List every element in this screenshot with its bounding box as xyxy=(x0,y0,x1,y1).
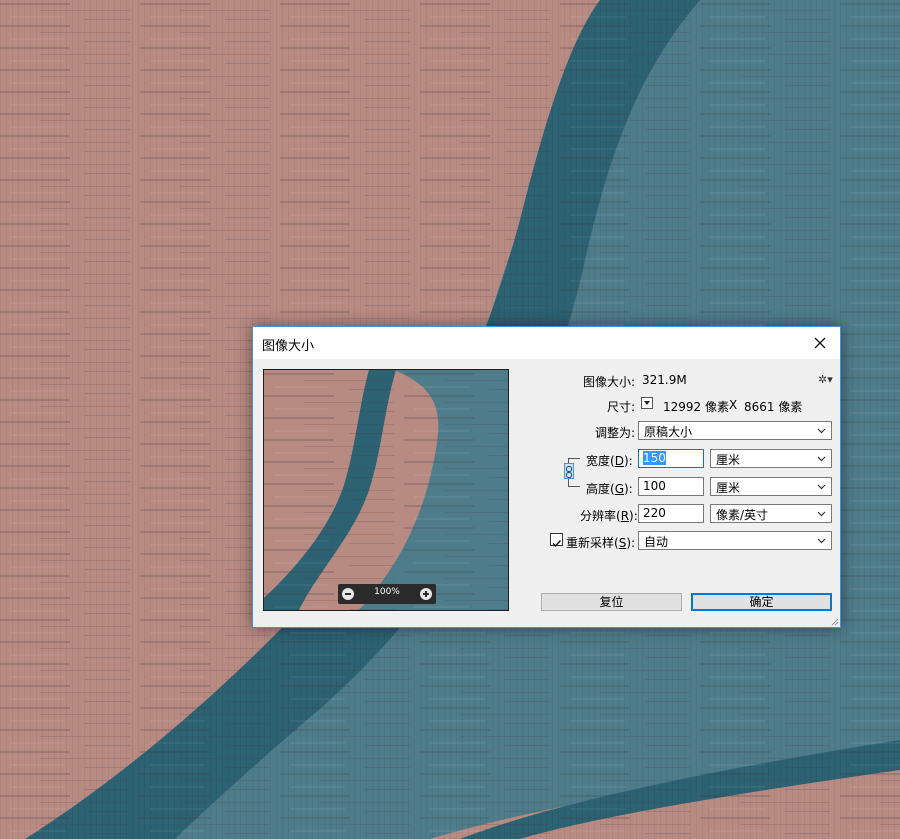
height-label: 高度(G): xyxy=(586,482,633,496)
resample-label[interactable]: 重新采样(S): xyxy=(566,534,635,551)
resolution-input[interactable]: 220 xyxy=(638,504,704,523)
checkmark-icon xyxy=(552,540,562,548)
chevron-down-icon xyxy=(817,538,826,544)
width-input[interactable]: 150 xyxy=(638,449,704,468)
width-unit-select[interactable]: 厘米 xyxy=(710,449,832,468)
height-unit-value: 厘米 xyxy=(716,481,741,495)
height-input[interactable]: 100 xyxy=(638,477,704,496)
image-size-value: 321.9M xyxy=(642,373,687,387)
image-size-label: 图像大小: xyxy=(582,375,635,389)
fit-to-label: 调整为: xyxy=(594,426,635,440)
dimensions-label: 尺寸: xyxy=(606,400,635,414)
dimensions-width: 12992 像素 xyxy=(663,400,729,414)
preview-image xyxy=(264,370,508,610)
ok-button[interactable]: 确定 xyxy=(691,593,832,611)
gear-icon[interactable]: ✲▾ xyxy=(818,373,833,386)
resolution-unit-value: 像素/英寸 xyxy=(716,508,769,522)
width-unit-value: 厘米 xyxy=(716,453,741,467)
close-icon xyxy=(814,337,826,349)
resample-checkbox[interactable] xyxy=(550,533,563,548)
zoom-control: 100% xyxy=(338,584,436,604)
height-unit-select[interactable]: 厘米 xyxy=(710,477,832,496)
dimensions-dropdown[interactable] xyxy=(641,397,653,409)
zoom-in-icon[interactable] xyxy=(420,588,432,600)
resample-select[interactable]: 自动 xyxy=(638,531,832,550)
dialog-title: 图像大小 xyxy=(262,339,315,354)
dimensions-height: 8661 像素 xyxy=(744,400,803,414)
fit-to-value: 原稿大小 xyxy=(644,425,693,439)
reset-button[interactable]: 复位 xyxy=(541,593,682,611)
resample-value: 自动 xyxy=(644,535,669,549)
chevron-down-icon xyxy=(817,428,826,434)
resize-grip-icon[interactable] xyxy=(831,618,839,626)
resolution-unit-select[interactable]: 像素/英寸 xyxy=(710,504,832,523)
close-button[interactable] xyxy=(800,327,840,359)
chevron-down-icon xyxy=(817,484,826,490)
image-preview[interactable]: 100% xyxy=(263,369,509,611)
image-size-dialog: 图像大小 100% 图像大小: 321.9M ✲▾ 尺寸: 12992 像素 X… xyxy=(252,326,841,628)
fit-to-select[interactable]: 原稿大小 xyxy=(638,421,832,440)
width-label: 宽度(D): xyxy=(586,454,633,468)
resolution-label: 分辨率(R): xyxy=(580,509,638,523)
chevron-down-icon xyxy=(817,456,826,462)
dialog-titlebar[interactable]: 图像大小 xyxy=(253,327,840,359)
link-icon[interactable] xyxy=(564,463,574,479)
dimensions-separator: X xyxy=(729,398,738,412)
chevron-down-icon xyxy=(817,511,826,517)
